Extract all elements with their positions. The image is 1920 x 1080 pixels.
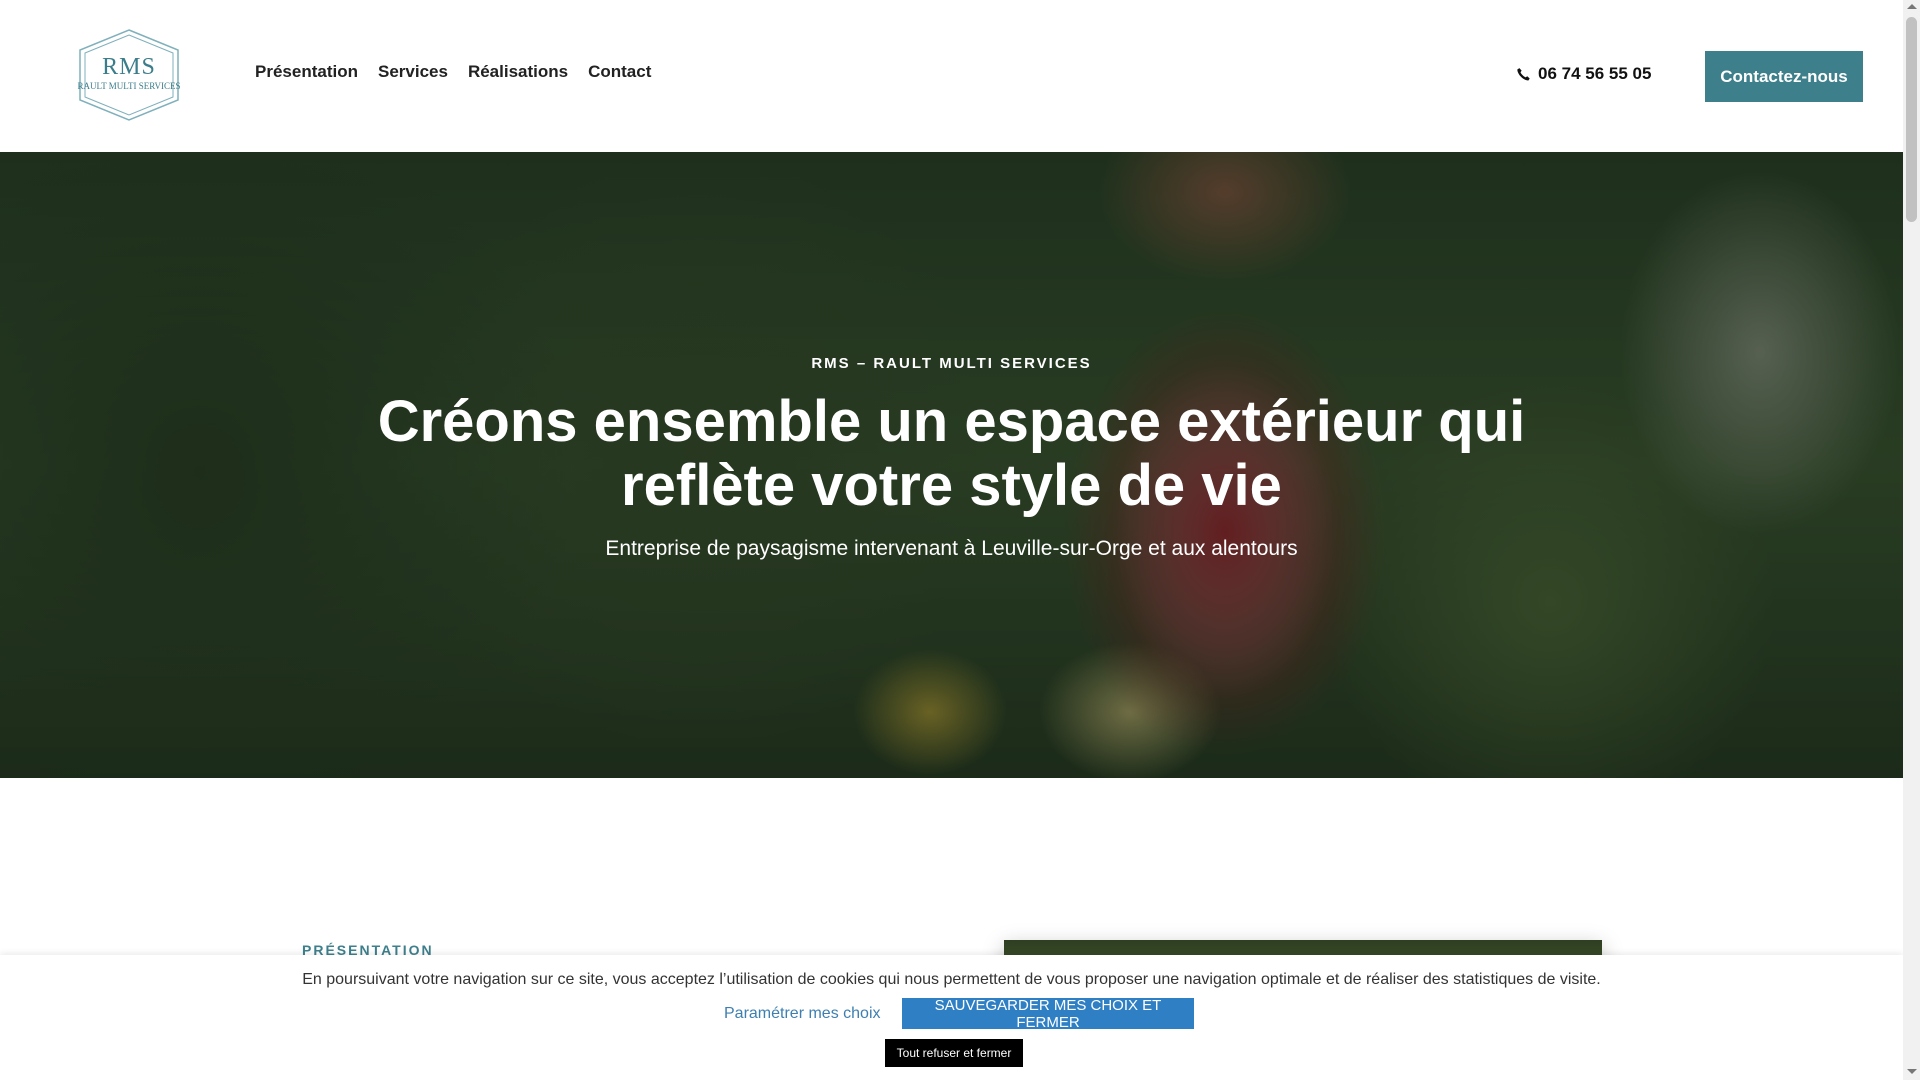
phone-link[interactable]: 06 74 56 55 05: [1516, 64, 1651, 84]
nav-item-services[interactable]: Services: [378, 62, 448, 82]
hero-banner: RMS – RAULT MULTI SERVICES Créons ensemb…: [0, 152, 1903, 778]
scroll-down-arrow-icon[interactable]: [1907, 1069, 1917, 1074]
hero-kicker: RMS – RAULT MULTI SERVICES: [811, 355, 1092, 372]
cookie-text: En poursuivant votre navigation sur ce s…: [302, 971, 1601, 988]
cookie-settings-link[interactable]: Paramétrer mes choix: [724, 1005, 881, 1023]
phone-icon: [1517, 67, 1530, 80]
page: RMS RAULT MULTI SERVICES Présentation Se…: [0, 0, 1920, 1080]
hero-title: Créons ensemble un espace extérieur qui …: [377, 389, 1526, 518]
nav-item-contact[interactable]: Contact: [588, 62, 651, 82]
cookie-banner: En poursuivant votre navigation sur ce s…: [0, 955, 1903, 1080]
cookie-refuse-button[interactable]: Tout refuser et fermer: [885, 1039, 1023, 1067]
nav-item-presentation[interactable]: Présentation: [255, 62, 358, 82]
cookie-save-button[interactable]: SAUVEGARDER MES CHOIX ET FERMER: [902, 997, 1194, 1031]
scroll-up-arrow-icon[interactable]: [1907, 4, 1917, 9]
page-scrollbar[interactable]: [1903, 0, 1920, 1080]
logo-title: RMS: [102, 54, 156, 80]
logo-subtitle: RAULT MULTI SERVICES: [77, 81, 181, 91]
hero-subtitle: Entreprise de paysagisme intervenant à L…: [605, 537, 1298, 560]
phone-number: 06 74 56 55 05: [1538, 64, 1652, 83]
main-nav: Présentation Services Réalisations Conta…: [255, 62, 651, 82]
hero-content: RMS – RAULT MULTI SERVICES Créons ensemb…: [0, 152, 1903, 778]
site-logo[interactable]: RMS RAULT MULTI SERVICES: [74, 28, 184, 122]
scroll-thumb[interactable]: [1906, 17, 1917, 222]
nav-item-realisations[interactable]: Réalisations: [468, 62, 568, 82]
site-header: RMS RAULT MULTI SERVICES Présentation Se…: [0, 0, 1903, 152]
contact-us-button[interactable]: Contactez-nous: [1705, 51, 1863, 102]
